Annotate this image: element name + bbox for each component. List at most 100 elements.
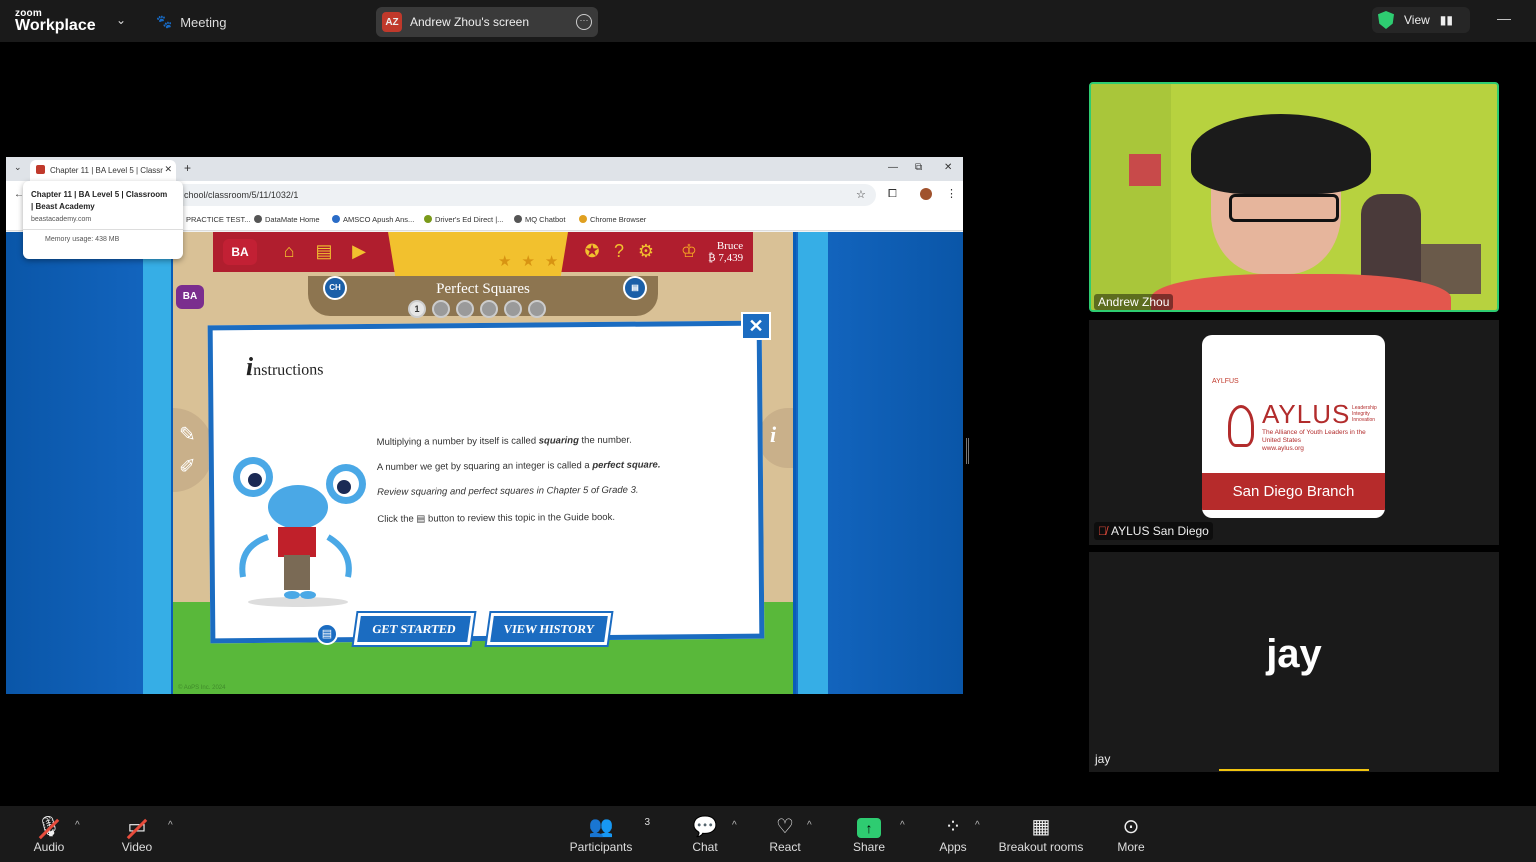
bookmark-item[interactable]: AMSCO Apush Ans... bbox=[332, 215, 414, 224]
ba-logo[interactable]: BA bbox=[223, 239, 257, 265]
zoom-top-bar: zoom Workplace ⌄ 🐾 Meeting AZ Andrew Zho… bbox=[0, 0, 1536, 42]
tab-search-icon[interactable]: ⌄ bbox=[14, 162, 22, 173]
pencil-icon[interactable]: ✎ bbox=[179, 422, 196, 447]
view-menu[interactable]: View ▮▮ bbox=[1372, 7, 1470, 33]
react-button[interactable]: ♡ React bbox=[768, 814, 802, 854]
guide-book-icon[interactable]: ▤ bbox=[623, 276, 647, 300]
minimize-icon[interactable]: — bbox=[1497, 10, 1511, 26]
level-dot[interactable] bbox=[528, 300, 546, 318]
meeting-toolbar: 🎙 Audio ^ ▭ Video ^ 👥3 Participants 💬 Ch… bbox=[0, 806, 1536, 862]
more-icon: ⊙ bbox=[1122, 816, 1140, 838]
minimize-icon[interactable]: — bbox=[888, 162, 898, 173]
level-dot[interactable] bbox=[504, 300, 522, 318]
video-tile-andrew[interactable]: Andrew Zhou bbox=[1089, 82, 1499, 312]
aylus-subtitle: The Alliance of Youth Leaders in the Uni… bbox=[1262, 429, 1366, 452]
shield-icon bbox=[1378, 11, 1394, 29]
chat-options-caret[interactable]: ^ bbox=[732, 820, 737, 831]
achievement-icon[interactable]: ✪ bbox=[581, 240, 603, 262]
video-tile-aylus[interactable]: AYLFUS AYLUS Leadership Integrity Innova… bbox=[1089, 320, 1499, 545]
video-icon[interactable]: ▶ bbox=[348, 240, 370, 262]
new-tab-icon[interactable]: + bbox=[184, 161, 191, 175]
bookmark-item[interactable]: Driver's Ed Direct |... bbox=[424, 215, 503, 224]
background-stripe bbox=[798, 232, 828, 694]
level-dot[interactable]: 1 bbox=[408, 300, 426, 318]
screen-share-indicator[interactable]: AZ Andrew Zhou's screen ··· bbox=[376, 7, 598, 37]
camera-icon: ▭ bbox=[118, 814, 156, 840]
player-info[interactable]: Bruce ₿ 7,439 bbox=[708, 240, 743, 264]
level-dot[interactable] bbox=[480, 300, 498, 318]
browser-tab[interactable]: Chapter 11 | BA Level 5 | Classr ✕ bbox=[30, 160, 176, 181]
participants-button[interactable]: 👥 3 Participants bbox=[566, 814, 650, 854]
bookmark-item[interactable]: MQ Chatbot bbox=[514, 215, 565, 224]
bookmark-item[interactable]: Chrome Browser bbox=[579, 215, 646, 224]
instruction-line: A number we get by squaring an integer i… bbox=[376, 459, 661, 473]
apps-options-caret[interactable]: ^ bbox=[975, 820, 980, 831]
instructions-heading: instructions bbox=[245, 352, 324, 382]
ba-side-logo: BA bbox=[176, 285, 204, 309]
close-icon[interactable]: ✕ bbox=[944, 162, 952, 173]
audio-button[interactable]: 🎙 Audio bbox=[30, 814, 68, 854]
zoom-logo-workplace: Workplace bbox=[15, 17, 96, 34]
info-icon[interactable]: i bbox=[770, 422, 776, 448]
globe-icon bbox=[254, 215, 262, 223]
level-dot[interactable] bbox=[432, 300, 450, 318]
settings-icon[interactable]: ⚙ bbox=[635, 240, 657, 262]
extensions-icon[interactable]: ⧠ bbox=[888, 188, 897, 201]
participants-icon: 👥 3 bbox=[588, 816, 650, 838]
react-options-caret[interactable]: ^ bbox=[807, 820, 812, 831]
address-bar[interactable]: chool/classroom/5/11/1032/1 bbox=[156, 184, 876, 206]
instruction-line: Review squaring and perfect squares in C… bbox=[377, 484, 639, 498]
audio-options-caret[interactable]: ^ bbox=[75, 820, 80, 831]
profile-icon[interactable] bbox=[920, 188, 932, 200]
bookmark-icon bbox=[332, 215, 340, 223]
guide-book-icon: ▤ bbox=[416, 513, 426, 525]
apps-icon: ⁘ bbox=[944, 816, 962, 838]
participant-name: Andrew Zhou bbox=[1094, 294, 1174, 310]
level-dot[interactable] bbox=[456, 300, 474, 318]
participant-name: 🎙̸ AYLUS San Diego bbox=[1094, 522, 1213, 540]
tab-title: Chapter 11 | BA Level 5 | Classr bbox=[50, 166, 163, 175]
book-icon[interactable]: ▤ bbox=[313, 240, 335, 262]
menu-icon[interactable]: ⋮ bbox=[946, 187, 957, 200]
player-coins: ₿ 7,439 bbox=[708, 252, 744, 264]
view-label: View bbox=[1404, 13, 1430, 27]
bookmark-icon bbox=[424, 215, 432, 223]
close-icon[interactable]: ✕ bbox=[164, 164, 172, 175]
video-button[interactable]: ▭ Video bbox=[118, 814, 156, 854]
split-resize-handle[interactable] bbox=[966, 438, 969, 464]
star-icon[interactable]: ☆ bbox=[856, 188, 866, 201]
participant-display-name: jay bbox=[1266, 632, 1322, 676]
aylus-small-text: AYLFUS bbox=[1212, 378, 1239, 385]
eraser-icon[interactable]: ✐ bbox=[179, 454, 196, 479]
home-icon[interactable]: ⌂ bbox=[278, 240, 300, 262]
meeting-menu[interactable]: 🐾 Meeting bbox=[156, 14, 226, 30]
more-button[interactable]: ⊙ More bbox=[1112, 814, 1150, 854]
more-icon[interactable]: ··· bbox=[576, 14, 592, 30]
paw-icon: 🐾 bbox=[156, 14, 173, 29]
help-icon[interactable]: ? bbox=[608, 240, 630, 262]
bookmark-item[interactable]: DataMate Home bbox=[254, 215, 320, 224]
instruction-line: Click the ▤ button to review this topic … bbox=[377, 511, 616, 525]
hover-card-title: Chapter 11 | BA Level 5 | Classroom | Be… bbox=[31, 190, 168, 211]
chrome-icon bbox=[579, 215, 587, 223]
get-started-button[interactable]: GET STARTED bbox=[353, 613, 475, 645]
chat-button[interactable]: 💬 Chat bbox=[688, 814, 722, 854]
share-options-caret[interactable]: ^ bbox=[900, 820, 905, 831]
view-history-button[interactable]: VIEW HISTORY bbox=[486, 613, 612, 645]
video-options-caret[interactable]: ^ bbox=[168, 820, 173, 831]
star-icons: ★★★ bbox=[498, 253, 569, 270]
restore-icon[interactable]: ⧉ bbox=[915, 162, 922, 173]
video-tile-jay[interactable]: jay jay bbox=[1089, 552, 1499, 772]
bookmark-item[interactable]: PRACTICE TEST... bbox=[186, 215, 250, 224]
tab-hover-card: Chapter 11 | BA Level 5 | Classroom | Be… bbox=[23, 181, 183, 259]
chapter-button[interactable]: CH bbox=[323, 276, 347, 300]
heart-icon: ♡ bbox=[776, 816, 794, 838]
mic-muted-icon: 🎙̸ bbox=[1098, 524, 1107, 538]
breakout-rooms-button[interactable]: ▦ Breakout rooms bbox=[996, 814, 1086, 854]
chevron-down-icon[interactable]: ⌄ bbox=[116, 13, 126, 27]
close-modal-button[interactable]: ✕ bbox=[741, 312, 771, 340]
share-screen-icon: ↑ bbox=[850, 814, 888, 840]
apps-button[interactable]: ⁘ Apps bbox=[936, 814, 970, 854]
share-button[interactable]: ↑ Share bbox=[850, 814, 888, 854]
guide-book-icon[interactable]: ▤ bbox=[316, 623, 338, 645]
